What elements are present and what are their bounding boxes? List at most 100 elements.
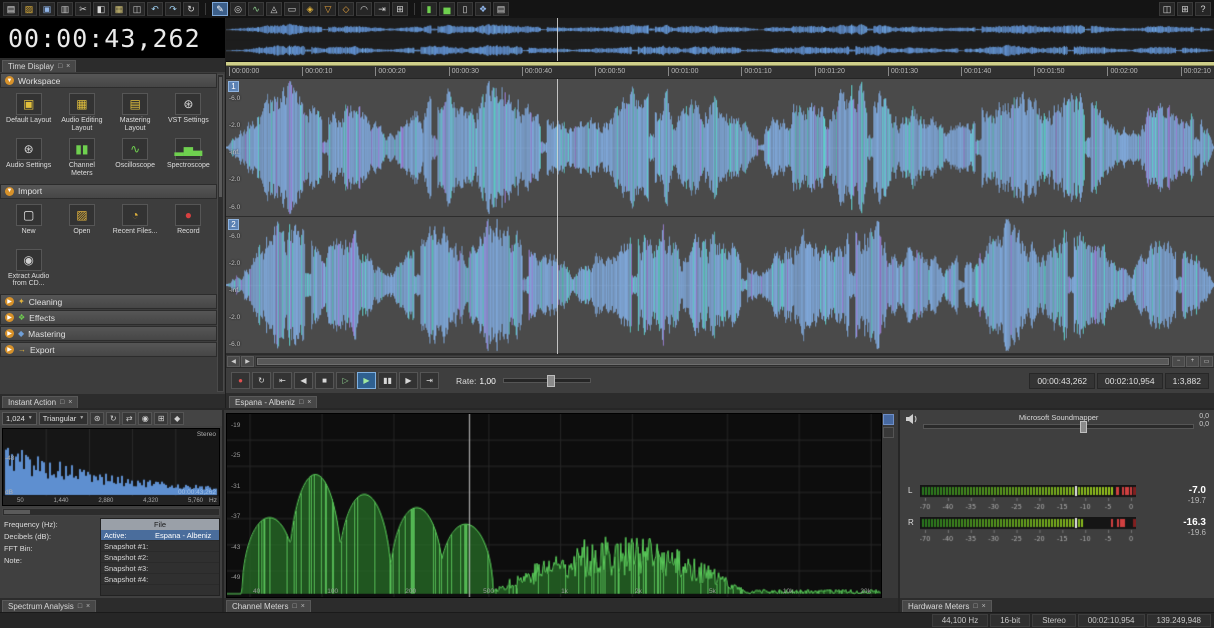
marker-icon[interactable]: ▽ <box>320 2 336 16</box>
float-icon[interactable]: □ <box>292 603 296 610</box>
refresh-icon[interactable]: ↻ <box>106 411 121 425</box>
crossfade-icon[interactable]: ◠ <box>356 2 372 16</box>
channel-1-badge[interactable]: 1 <box>228 81 239 92</box>
pin-icon[interactable]: ◆ <box>170 411 185 425</box>
script-icon[interactable]: ▤ <box>493 2 509 16</box>
go-to-end-button[interactable]: ⇥ <box>420 372 439 389</box>
open-button[interactable]: ▨ Open <box>56 202 107 245</box>
new-button[interactable]: ▢ New <box>3 202 54 245</box>
forward-button[interactable]: ▶ <box>399 372 418 389</box>
snapshot-icon[interactable]: ◉ <box>138 411 153 425</box>
rewind-button[interactable]: ◀ <box>294 372 313 389</box>
zoom-selection-icon[interactable]: ⊞ <box>392 2 408 16</box>
zoom-fit-button[interactable]: ▭ <box>1200 355 1213 367</box>
record-button[interactable]: ● <box>231 372 250 389</box>
pause-button[interactable]: ▮▮ <box>378 372 397 389</box>
snapshot-row[interactable]: Snapshot #2: <box>101 552 219 563</box>
section-mastering[interactable]: ▶ ◆ Mastering <box>0 326 217 342</box>
output-volume-fader[interactable] <box>923 421 1195 433</box>
settings-icon[interactable]: ⊛ <box>90 411 105 425</box>
close-icon[interactable]: × <box>982 603 986 610</box>
explorer-scrollbar[interactable] <box>217 74 224 392</box>
close-icon[interactable]: × <box>301 603 305 610</box>
channel-meters-toggle-icon[interactable]: ▮ <box>421 2 437 16</box>
channel-meters-button[interactable]: ▮▮ Channel Meters <box>56 136 107 179</box>
help-icon[interactable]: ? <box>1195 2 1211 16</box>
go-to-start-button[interactable]: ⇤ <box>273 372 292 389</box>
vst-settings-button[interactable]: ⊛ VST Settings <box>163 91 214 134</box>
snapshot-row[interactable]: Snapshot #1: <box>101 541 219 552</box>
play-button[interactable]: ▶ <box>357 372 376 389</box>
spectrum-analysis-tab[interactable]: Spectrum Analysis □ × <box>2 600 97 612</box>
audio-editing-layout-button[interactable]: ▦ Audio Editing Layout <box>56 91 107 134</box>
redo-icon[interactable]: ↷ <box>165 2 181 16</box>
channel-meters-display[interactable]: -19 -25 -31 -37 -43 -49 40 100 200 500 1k 2k 5k 10k 2… <box>226 413 882 598</box>
timeline-ruler[interactable]: 00:00:00 00:00:10 00:00:20 00:00:30 00:00:40… <box>226 62 1214 79</box>
rate-slider-handle[interactable] <box>546 375 555 387</box>
loop-playback-button[interactable]: ↻ <box>252 372 271 389</box>
close-icon[interactable]: × <box>307 399 311 406</box>
meters-settings-icon[interactable] <box>883 414 894 425</box>
scroll-left-button[interactable]: ◀ <box>227 355 240 367</box>
section-cleaning[interactable]: ▶ ✦ Cleaning <box>0 294 217 310</box>
undo-icon[interactable]: ↶ <box>147 2 163 16</box>
overview-strip[interactable] <box>226 18 1214 62</box>
envelope-tool-icon[interactable]: ◬ <box>266 2 282 16</box>
oscilloscope-button[interactable]: ∿ Oscilloscope <box>110 136 161 179</box>
repeat-icon[interactable]: ↻ <box>183 2 199 16</box>
record-button[interactable]: ● Record <box>163 202 214 245</box>
float-icon[interactable]: □ <box>60 399 64 406</box>
rate-slider[interactable] <box>502 375 591 387</box>
spectrum-toggle-icon[interactable]: ▅ <box>439 2 455 16</box>
snapshot-row[interactable]: Snapshot #4: <box>101 574 219 585</box>
new-file-icon[interactable]: ▤ <box>3 2 19 16</box>
spectrum-scrollbar[interactable] <box>2 508 220 516</box>
workspace-toggle-icon[interactable]: ◫ <box>1159 2 1175 16</box>
import-section-header[interactable]: ▼ Import <box>0 183 217 199</box>
pencil-tool-icon[interactable]: ∿ <box>248 2 264 16</box>
spectrum-display[interactable]: Stereo -48 dB 00:00:43,262 50 1,440 2,880 4… <box>2 428 220 506</box>
hardware-meters-toggle-icon[interactable]: ▯ <box>457 2 473 16</box>
waveform-channel-1[interactable]: 1 -6.0 -2.0 -inf. -2.0 -6.0 <box>226 79 1214 217</box>
save-icon[interactable]: ▣ <box>39 2 55 16</box>
channel-2-badge[interactable]: 2 <box>228 218 239 230</box>
properties-icon[interactable]: ▥ <box>57 2 73 16</box>
meters-menu-icon[interactable] <box>883 427 894 438</box>
window-layout-icon[interactable]: ⊞ <box>1177 2 1193 16</box>
zoom-out-button[interactable]: − <box>1172 355 1185 367</box>
level-meter-row[interactable]: R -16.3 -19.6 <box>908 517 1206 543</box>
spectroscope-button[interactable]: ▂▅▃ Spectroscope <box>163 136 214 179</box>
selection-tool-icon[interactable]: ▭ <box>284 2 300 16</box>
mix-icon[interactable]: ◫ <box>129 2 145 16</box>
time-display-tab[interactable]: Time Display □ × <box>2 60 77 72</box>
instant-action-tab[interactable]: Instant Action □ × <box>2 396 79 408</box>
snapshot-row[interactable]: Active: Espana - Albeniz <box>101 530 219 541</box>
grid-icon[interactable]: ⊞ <box>154 411 169 425</box>
section-export[interactable]: ▶ → Export <box>0 342 217 358</box>
play-all-button[interactable]: ▷ <box>336 372 355 389</box>
default-layout-button[interactable]: ▣ Default Layout <box>3 91 54 134</box>
magnify-tool-icon[interactable]: ◎ <box>230 2 246 16</box>
plugin-manager-icon[interactable]: ❖ <box>475 2 491 16</box>
close-icon[interactable]: × <box>86 603 90 610</box>
extract-audio-button[interactable]: ◉ Extract Audio from CD... <box>3 247 54 290</box>
scroll-right-button[interactable]: ▶ <box>241 355 254 367</box>
sync-icon[interactable]: ⇄ <box>122 411 137 425</box>
float-icon[interactable]: □ <box>78 603 82 610</box>
fft-size-select[interactable]: 1,024 ▼ <box>2 411 37 425</box>
section-effects[interactable]: ▶ ❖ Effects <box>0 310 217 326</box>
region-icon[interactable]: ◇ <box>338 2 354 16</box>
channel-meters-tab[interactable]: Channel Meters □ × <box>226 600 311 612</box>
float-icon[interactable]: □ <box>299 399 303 406</box>
scrollbar-trough[interactable] <box>255 355 1171 367</box>
document-tab-espana-albeniz[interactable]: Espana - Albeniz □ × <box>229 396 318 408</box>
snap-icon[interactable]: ◈ <box>302 2 318 16</box>
scrollbar-thumb[interactable] <box>257 357 1169 365</box>
zoom-in-button[interactable]: + <box>1186 355 1199 367</box>
smoothing-window-select[interactable]: Triangular ▼ <box>38 411 89 425</box>
workspace-section-header[interactable]: ▼ Workspace <box>0 73 217 88</box>
snapshot-row[interactable]: Snapshot #3: <box>101 563 219 574</box>
fader-handle[interactable] <box>1080 421 1088 433</box>
float-icon[interactable]: □ <box>58 63 62 70</box>
audio-settings-button[interactable]: ⊛ Audio Settings <box>3 136 54 179</box>
